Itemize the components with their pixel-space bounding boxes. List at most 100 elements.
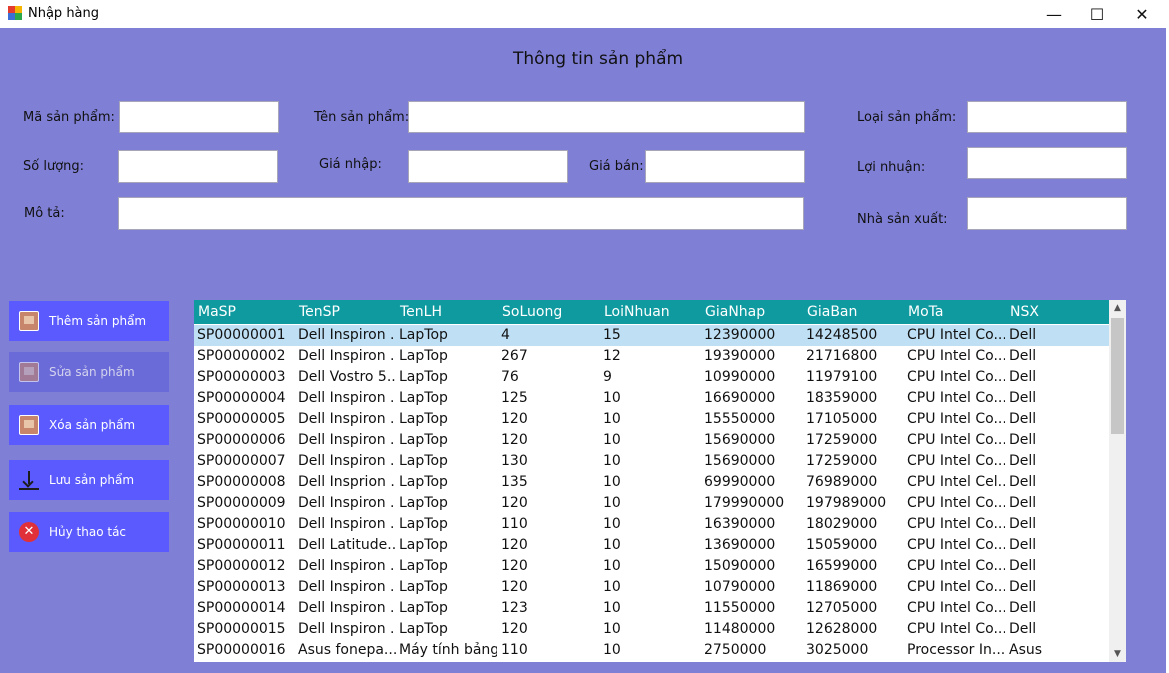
so-luong-input[interactable] (118, 150, 278, 183)
nha-sx-label: Nhà sản xuất: (857, 212, 948, 227)
loai-sp-input[interactable] (967, 101, 1127, 133)
column-header-mota[interactable]: MoTa (908, 304, 943, 320)
table-row[interactable]: SP00000003 Dell Vostro 5... LapTop 76 9 10990… (194, 367, 1109, 388)
column-header-masp[interactable]: MaSP (198, 304, 236, 320)
column-header-loinhuan[interactable]: LoiNhuan (604, 304, 670, 320)
cell-nsx: Dell (1009, 327, 1037, 343)
table-row[interactable]: SP00000010 Dell Inspiron ... LapTop 110 10 16… (194, 514, 1109, 535)
cancel-action-label: Hủy thao tác (49, 525, 127, 539)
cell-giaban: 21716800 (806, 348, 878, 364)
column-header-gianhap[interactable]: GiaNhap (705, 304, 765, 320)
cell-masp: SP00000016 (197, 642, 286, 658)
grid-vertical-scrollbar[interactable]: ▲ ▼ (1109, 300, 1126, 662)
table-row[interactable]: SP00000008 Dell Insprion ... LapTop 135 10 69… (194, 472, 1109, 493)
cell-gianhap: 11480000 (704, 621, 776, 637)
cell-giaban: 18359000 (806, 390, 878, 406)
scroll-down-icon[interactable]: ▼ (1109, 646, 1126, 662)
cell-nsx: Dell (1009, 411, 1037, 427)
cell-tensp: Dell Inspiron ... (298, 432, 396, 448)
cell-soluong: 110 (501, 516, 528, 532)
table-row[interactable]: SP00000014 Dell Inspiron ... LapTop 123 10 11… (194, 598, 1109, 619)
ten-sp-input[interactable] (408, 101, 805, 133)
cell-giaban: 16599000 (806, 558, 878, 574)
delete-product-button[interactable]: Xóa sản phẩm (9, 405, 169, 445)
column-header-giaban[interactable]: GiaBan (807, 304, 857, 320)
cell-mota: CPU Intel Co... (907, 621, 1005, 637)
close-button[interactable]: ✕ (1119, 0, 1165, 28)
cell-soluong: 120 (501, 411, 528, 427)
cell-tensp: Dell Inspiron ... (298, 495, 396, 511)
cell-gianhap: 69990000 (704, 474, 776, 490)
cell-tenlh: LapTop (399, 621, 448, 637)
cell-mota: CPU Intel Cel... (907, 474, 1005, 490)
table-row[interactable]: SP00000015 Dell Inspiron ... LapTop 120 10 11… (194, 619, 1109, 640)
gia-nhap-input[interactable] (408, 150, 568, 183)
table-row[interactable]: SP00000006 Dell Inspiron ... LapTop 120 10 15… (194, 430, 1109, 451)
nha-sx-input[interactable] (967, 197, 1127, 230)
cell-gianhap: 10790000 (704, 579, 776, 595)
table-row[interactable]: SP00000002 Dell Inspiron ... LapTop 267 12 19… (194, 346, 1109, 367)
table-row[interactable]: SP00000016 Asus fonepa... Máy tính bảng 110… (194, 640, 1109, 661)
cell-loinhuan: 15 (603, 327, 621, 343)
column-header-nsx[interactable]: NSX (1010, 304, 1039, 320)
cell-masp: SP00000005 (197, 411, 286, 427)
gia-ban-input[interactable] (645, 150, 805, 183)
maximize-button[interactable]: ☐ (1074, 0, 1120, 28)
cell-soluong: 76 (501, 369, 519, 385)
cell-gianhap: 15690000 (704, 453, 776, 469)
ten-sp-label: Tên sản phẩm: (314, 110, 410, 125)
cell-tenlh: LapTop (399, 495, 448, 511)
cell-masp: SP00000013 (197, 579, 286, 595)
scroll-thumb[interactable] (1111, 318, 1124, 434)
column-header-tensp[interactable]: TenSP (299, 304, 340, 320)
edit-product-button[interactable]: Sửa sản phẩm (9, 352, 169, 392)
table-row[interactable]: SP00000007 Dell Inspiron ... LapTop 130 10 15… (194, 451, 1109, 472)
cell-mota: CPU Intel Co... (907, 327, 1005, 343)
cell-nsx: Dell (1009, 432, 1037, 448)
cell-giaban: 15059000 (806, 537, 878, 553)
add-product-icon (19, 311, 39, 331)
save-product-button[interactable]: Lưu sản phẩm (9, 460, 169, 500)
mo-ta-input[interactable] (118, 197, 804, 230)
column-header-soluong[interactable]: SoLuong (502, 304, 562, 320)
gia-ban-label: Giá bán: (589, 159, 644, 174)
cell-tensp: Dell Inspiron ... (298, 390, 396, 406)
cell-masp: SP00000008 (197, 474, 286, 490)
title-bar: Nhập hàng — ☐ ✕ (0, 0, 1169, 28)
cell-giaban: 12628000 (806, 621, 878, 637)
cell-soluong: 120 (501, 621, 528, 637)
table-row[interactable]: SP00000012 Dell Inspiron ... LapTop 120 10 15… (194, 556, 1109, 577)
cell-soluong: 135 (501, 474, 528, 490)
minimize-button[interactable]: — (1031, 0, 1077, 28)
cell-nsx: Dell (1009, 369, 1037, 385)
ma-sp-input[interactable] (119, 101, 279, 133)
cell-gianhap: 12390000 (704, 327, 776, 343)
cell-tenlh: LapTop (399, 348, 448, 364)
scroll-up-icon[interactable]: ▲ (1109, 300, 1126, 316)
edit-product-label: Sửa sản phẩm (49, 365, 135, 379)
cell-tenlh: LapTop (399, 453, 448, 469)
delete-product-label: Xóa sản phẩm (49, 418, 136, 432)
download-save-icon (19, 470, 39, 490)
loi-nhuan-input[interactable] (967, 147, 1127, 179)
column-header-tenlh[interactable]: TenLH (400, 304, 442, 320)
cancel-action-button[interactable]: ✕ Hủy thao tác (9, 512, 169, 552)
cell-nsx: Dell (1009, 558, 1037, 574)
table-row[interactable]: SP00000013 Dell Inspiron ... LapTop 120 10 10… (194, 577, 1109, 598)
cell-nsx: Dell (1009, 390, 1037, 406)
table-row[interactable]: SP00000005 Dell Inspiron ... LapTop 120 10 15… (194, 409, 1109, 430)
table-row[interactable]: SP00000001 Dell Inspiron ... LapTop 4 15 1239… (194, 325, 1109, 346)
cell-soluong: 4 (501, 327, 510, 343)
cell-tenlh: LapTop (399, 558, 448, 574)
edit-product-icon (19, 362, 39, 382)
cell-tensp: Dell Insprion ... (298, 474, 396, 490)
table-row[interactable]: SP00000004 Dell Inspiron ... LapTop 125 10 16… (194, 388, 1109, 409)
add-product-button[interactable]: Thêm sản phẩm (9, 301, 169, 341)
cell-nsx: Asus (1009, 642, 1043, 658)
cell-masp: SP00000003 (197, 369, 286, 385)
cell-loinhuan: 10 (603, 411, 621, 427)
cell-tenlh: LapTop (399, 537, 448, 553)
table-row[interactable]: SP00000009 Dell Inspiron ... LapTop 120 10 17… (194, 493, 1109, 514)
table-row[interactable]: SP00000011 Dell Latitude... LapTop 120 10 136… (194, 535, 1109, 556)
product-grid[interactable]: MaSP TenSP TenLH SoLuong LoiNhuan GiaNhap GiaB… (194, 300, 1126, 662)
